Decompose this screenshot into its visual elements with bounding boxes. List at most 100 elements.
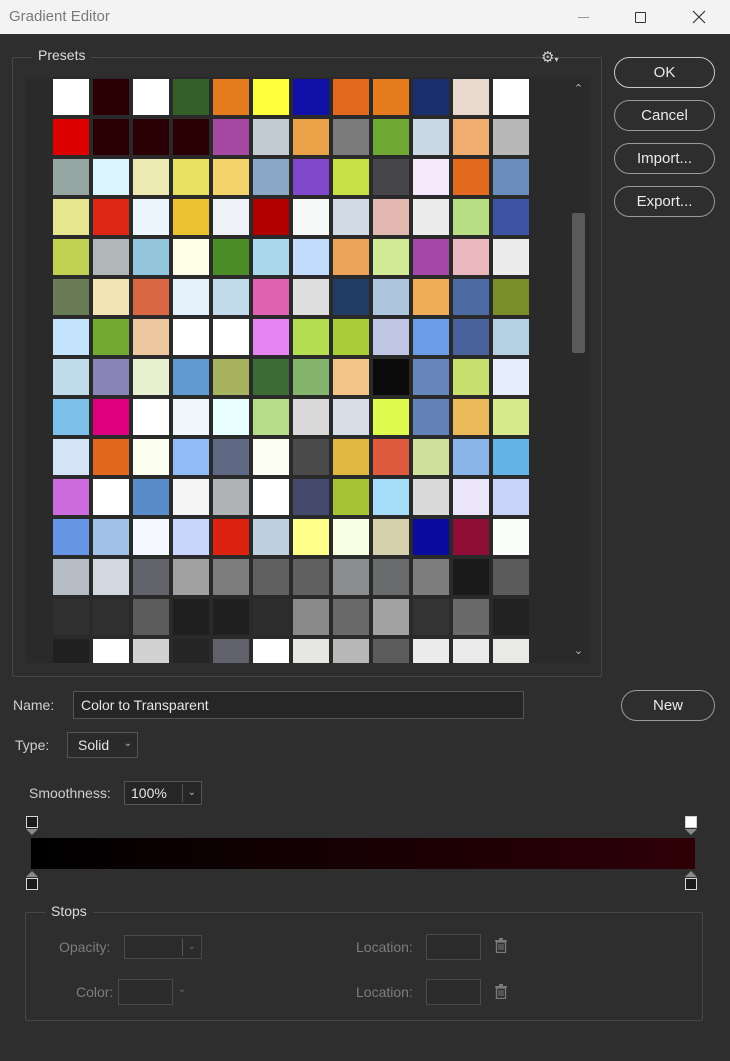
preset-swatch[interactable]	[251, 437, 291, 477]
preset-swatch[interactable]	[251, 397, 291, 437]
preset-swatch[interactable]	[371, 517, 411, 557]
preset-swatch[interactable]	[211, 197, 251, 237]
preset-swatch[interactable]	[131, 637, 171, 663]
preset-swatch[interactable]	[371, 477, 411, 517]
preset-swatch[interactable]	[251, 357, 291, 397]
preset-swatch[interactable]	[251, 477, 291, 517]
color-swatch-field[interactable]	[118, 979, 173, 1005]
preset-swatch[interactable]	[131, 117, 171, 157]
preset-swatch[interactable]	[371, 277, 411, 317]
preset-swatch[interactable]	[51, 117, 91, 157]
preset-swatch[interactable]	[211, 477, 251, 517]
preset-swatch[interactable]	[51, 197, 91, 237]
preset-swatch[interactable]	[411, 277, 451, 317]
gear-icon[interactable]: ⚙▾	[541, 48, 558, 66]
opacity-location-input[interactable]	[426, 934, 481, 960]
preset-swatch[interactable]	[491, 477, 531, 517]
preset-swatch[interactable]	[131, 197, 171, 237]
preset-swatch[interactable]	[411, 157, 451, 197]
close-button[interactable]	[676, 0, 722, 34]
preset-swatch[interactable]	[411, 557, 451, 597]
preset-swatch[interactable]	[371, 237, 411, 277]
preset-swatch[interactable]	[371, 317, 411, 357]
preset-swatch[interactable]	[91, 237, 131, 277]
preset-swatch[interactable]	[91, 357, 131, 397]
preset-swatch[interactable]	[211, 557, 251, 597]
preset-swatch[interactable]	[171, 597, 211, 637]
name-input[interactable]: Color to Transparent	[73, 691, 524, 719]
preset-swatch[interactable]	[451, 477, 491, 517]
preset-swatch[interactable]	[171, 77, 211, 117]
preset-swatch[interactable]	[171, 397, 211, 437]
import-button[interactable]: Import...	[614, 143, 715, 174]
preset-swatch[interactable]	[171, 277, 211, 317]
preset-swatch[interactable]	[331, 637, 371, 663]
new-button[interactable]: New	[621, 690, 715, 721]
preset-swatch[interactable]	[51, 317, 91, 357]
preset-swatch[interactable]	[411, 197, 451, 237]
preset-swatch[interactable]	[451, 277, 491, 317]
preset-swatch[interactable]	[491, 397, 531, 437]
preset-swatch[interactable]	[51, 397, 91, 437]
preset-swatch[interactable]	[211, 437, 251, 477]
preset-swatch[interactable]	[491, 317, 531, 357]
preset-swatch[interactable]	[491, 117, 531, 157]
preset-swatch[interactable]	[331, 317, 371, 357]
preset-swatch[interactable]	[211, 597, 251, 637]
preset-swatch[interactable]	[211, 157, 251, 197]
preset-swatch[interactable]	[491, 517, 531, 557]
preset-swatch[interactable]	[491, 197, 531, 237]
preset-swatch[interactable]	[171, 437, 211, 477]
preset-swatch[interactable]	[491, 597, 531, 637]
preset-swatch[interactable]	[171, 157, 211, 197]
preset-swatch[interactable]	[331, 597, 371, 637]
color-stop-right[interactable]	[685, 878, 697, 890]
opacity-input[interactable]: ⌄	[124, 935, 202, 959]
preset-swatch[interactable]	[51, 477, 91, 517]
preset-swatch[interactable]	[251, 157, 291, 197]
preset-swatch[interactable]	[131, 77, 171, 117]
preset-swatch[interactable]	[51, 437, 91, 477]
delete-opacity-stop-icon[interactable]	[494, 938, 508, 956]
preset-swatch[interactable]	[171, 117, 211, 157]
scroll-thumb[interactable]	[572, 213, 585, 353]
preset-swatch[interactable]	[451, 637, 491, 663]
preset-swatch[interactable]	[331, 517, 371, 557]
preset-swatch[interactable]	[291, 517, 331, 557]
preset-swatch[interactable]	[171, 357, 211, 397]
preset-swatch[interactable]	[331, 557, 371, 597]
preset-swatch[interactable]	[91, 517, 131, 557]
minimize-button[interactable]	[560, 0, 606, 34]
preset-swatch[interactable]	[451, 557, 491, 597]
preset-swatch[interactable]	[491, 637, 531, 663]
preset-swatch[interactable]	[91, 557, 131, 597]
preset-swatch[interactable]	[291, 437, 331, 477]
preset-swatch[interactable]	[451, 197, 491, 237]
preset-swatch[interactable]	[331, 397, 371, 437]
preset-swatch[interactable]	[171, 237, 211, 277]
preset-swatch[interactable]	[91, 157, 131, 197]
preset-swatch[interactable]	[491, 437, 531, 477]
preset-swatch[interactable]	[131, 517, 171, 557]
preset-swatch[interactable]	[291, 277, 331, 317]
preset-swatch[interactable]	[51, 277, 91, 317]
preset-swatch[interactable]	[131, 357, 171, 397]
preset-swatch[interactable]	[371, 397, 411, 437]
preset-swatch[interactable]	[251, 277, 291, 317]
preset-swatch[interactable]	[451, 157, 491, 197]
preset-swatch[interactable]	[371, 117, 411, 157]
preset-swatch[interactable]	[291, 77, 331, 117]
preset-swatch[interactable]	[51, 637, 91, 663]
preset-swatch[interactable]	[211, 397, 251, 437]
preset-swatch[interactable]	[411, 117, 451, 157]
preset-swatch[interactable]	[251, 637, 291, 663]
preset-swatch[interactable]	[291, 397, 331, 437]
preset-swatch[interactable]	[291, 477, 331, 517]
export-button[interactable]: Export...	[614, 186, 715, 217]
preset-swatch[interactable]	[251, 197, 291, 237]
preset-swatch[interactable]	[131, 317, 171, 357]
preset-swatch[interactable]	[451, 77, 491, 117]
preset-swatch[interactable]	[51, 357, 91, 397]
preset-swatch[interactable]	[491, 557, 531, 597]
preset-swatch[interactable]	[171, 557, 211, 597]
